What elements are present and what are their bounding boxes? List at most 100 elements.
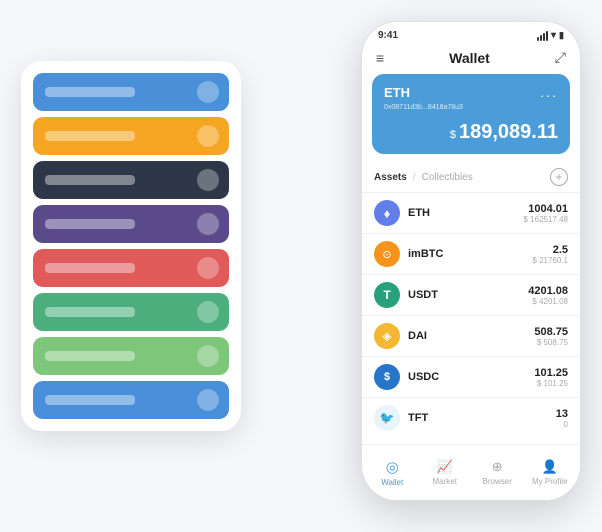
nav-label: Wallet <box>381 478 403 487</box>
asset-amounts: 101.25 $ 101.25 <box>534 367 568 388</box>
card-label <box>45 87 135 97</box>
asset-amount: 1004.01 <box>524 203 569 215</box>
card-icon <box>197 257 219 279</box>
imbtc-icon: ⊙ <box>374 241 400 267</box>
asset-amount: 4201.08 <box>528 285 568 297</box>
asset-usd: $ 162517.48 <box>524 215 569 224</box>
table-row[interactable]: ⊙ imBTC 2.5 $ 21760.1 <box>362 233 580 274</box>
asset-name: TFT <box>408 412 556 424</box>
list-item[interactable] <box>33 337 229 375</box>
asset-amounts: 2.5 $ 21760.1 <box>532 244 568 265</box>
card-label <box>45 395 135 405</box>
nav-label: Browser <box>483 477 512 486</box>
menu-icon[interactable]: ≡ <box>376 50 384 66</box>
card-icon <box>197 169 219 191</box>
tab-divider: / <box>413 172 416 183</box>
market-nav-icon: 📈 <box>437 459 453 475</box>
asset-usd: 0 <box>556 420 568 429</box>
add-asset-button[interactable]: + <box>550 168 568 186</box>
status-bar: 9:41 ▾ ▮ <box>362 22 580 45</box>
table-row[interactable]: 🐦 TFT 13 0 <box>362 397 580 438</box>
phone-header: ≡ Wallet ⤢ <box>362 45 580 74</box>
card-label <box>45 219 135 229</box>
profile-nav-icon: 👤 <box>542 459 558 475</box>
assets-header: Assets / Collectibles + <box>362 164 580 192</box>
eth-card-name: ETH <box>384 85 410 100</box>
asset-amounts: 508.75 $ 508.75 <box>534 326 568 347</box>
phone-frame: 9:41 ▾ ▮ ≡ Wallet ⤢ <box>361 21 581 501</box>
scene: 9:41 ▾ ▮ ≡ Wallet ⤢ <box>21 21 581 511</box>
table-row[interactable]: T USDT 4201.08 $ 4201.08 <box>362 274 580 315</box>
list-item[interactable] <box>33 73 229 111</box>
bottom-nav: ◎ Wallet 📈 Market ⊕ Browser 👤 My Profile <box>362 444 580 500</box>
plus-icon: + <box>555 171 562 183</box>
list-item[interactable] <box>33 293 229 331</box>
asset-name: ETH <box>408 207 524 219</box>
card-icon <box>197 301 219 323</box>
more-options-icon[interactable]: ... <box>540 84 558 100</box>
currency-symbol: $ <box>450 129 456 141</box>
card-label <box>45 131 135 141</box>
asset-name: imBTC <box>408 248 532 260</box>
eth-card-balance: $189,089.11 <box>384 121 558 144</box>
card-label <box>45 307 135 317</box>
nav-item-profile[interactable]: 👤 My Profile <box>524 459 577 486</box>
eth-card-address: 0x08711d3b...8418a78u3 <box>384 104 558 111</box>
tab-assets[interactable]: Assets <box>374 172 407 183</box>
assets-tabs: Assets / Collectibles <box>374 172 473 183</box>
nav-item-market[interactable]: 📈 Market <box>419 459 472 486</box>
table-row[interactable]: $ USDC 101.25 $ 101.25 <box>362 356 580 397</box>
status-icons: ▾ ▮ <box>537 30 564 41</box>
nav-label: Market <box>433 477 457 486</box>
asset-amounts: 13 0 <box>556 408 568 429</box>
card-label <box>45 263 135 273</box>
card-label <box>45 351 135 361</box>
asset-usd: $ 508.75 <box>534 338 568 347</box>
nav-item-browser[interactable]: ⊕ Browser <box>471 459 524 486</box>
eth-icon: ♦ <box>374 200 400 226</box>
table-row[interactable]: ◈ DAI 508.75 $ 508.75 <box>362 315 580 356</box>
card-stack <box>21 61 241 431</box>
eth-wallet-card[interactable]: ETH ... 0x08711d3b...8418a78u3 $189,089.… <box>372 74 570 154</box>
list-item[interactable] <box>33 381 229 419</box>
table-row[interactable]: ♦ ETH 1004.01 $ 162517.48 <box>362 192 580 233</box>
asset-amount: 13 <box>556 408 568 420</box>
asset-usd: $ 101.25 <box>534 379 568 388</box>
eth-card-header: ETH ... <box>384 84 558 100</box>
list-item[interactable] <box>33 205 229 243</box>
card-icon <box>197 345 219 367</box>
asset-name: DAI <box>408 330 534 342</box>
dai-icon: ◈ <box>374 323 400 349</box>
time-label: 9:41 <box>378 30 398 41</box>
card-icon <box>197 389 219 411</box>
card-label <box>45 175 135 185</box>
tab-collectibles[interactable]: Collectibles <box>422 172 473 183</box>
tft-icon: 🐦 <box>374 405 400 431</box>
asset-amounts: 4201.08 $ 4201.08 <box>528 285 568 306</box>
list-item[interactable] <box>33 249 229 287</box>
asset-amount: 2.5 <box>532 244 568 256</box>
asset-amounts: 1004.01 $ 162517.48 <box>524 203 569 224</box>
asset-amount: 508.75 <box>534 326 568 338</box>
asset-usd: $ 21760.1 <box>532 256 568 265</box>
signal-icon <box>537 31 548 41</box>
browser-nav-icon: ⊕ <box>492 459 503 475</box>
wallet-nav-icon: ◎ <box>386 458 399 476</box>
card-icon <box>197 213 219 235</box>
balance-amount: 189,089.11 <box>459 121 558 143</box>
asset-amount: 101.25 <box>534 367 568 379</box>
asset-name: USDC <box>408 371 534 383</box>
list-item[interactable] <box>33 117 229 155</box>
page-title: Wallet <box>449 50 490 66</box>
nav-label: My Profile <box>532 477 568 486</box>
card-icon <box>197 81 219 103</box>
battery-icon: ▮ <box>559 30 564 41</box>
nav-item-wallet[interactable]: ◎ Wallet <box>366 458 419 487</box>
usdc-icon: $ <box>374 364 400 390</box>
asset-name: USDT <box>408 289 528 301</box>
card-icon <box>197 125 219 147</box>
list-item[interactable] <box>33 161 229 199</box>
expand-icon[interactable]: ⤢ <box>555 49 566 66</box>
asset-usd: $ 4201.08 <box>528 297 568 306</box>
wifi-icon: ▾ <box>551 30 556 41</box>
